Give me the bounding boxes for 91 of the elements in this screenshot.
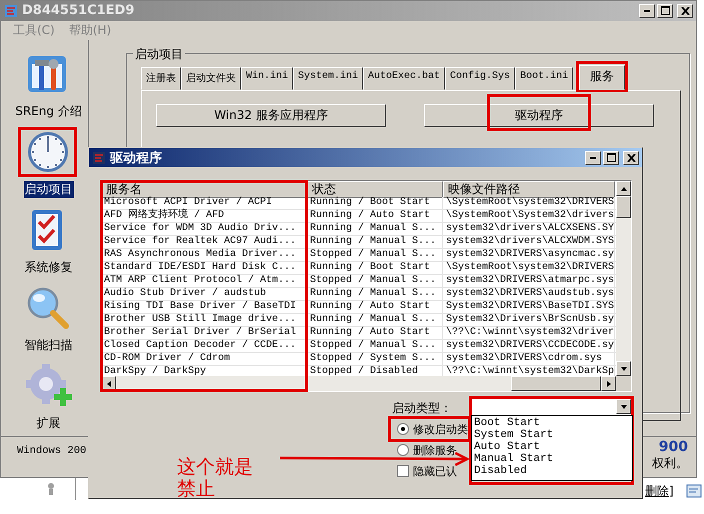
close-icon: [626, 154, 636, 162]
radio-label: 删除服务: [413, 442, 457, 458]
tab[interactable]: System.ini: [293, 67, 364, 90]
window-title: 驱动程序: [110, 150, 163, 166]
table-cell: Running / Manual S...: [307, 236, 443, 248]
figure-icon: [46, 482, 56, 496]
minimize-icon: [644, 10, 650, 12]
table-cell: system32\drivers\ALCXWDM.SYS: [443, 236, 615, 248]
horizontal-scrollbar[interactable]: [101, 376, 616, 391]
startup-type-label: 启动类型：: [392, 400, 453, 417]
maximize-icon: [660, 6, 670, 16]
tab[interactable]: Win.ini: [241, 67, 294, 90]
radio-button[interactable]: [397, 423, 409, 435]
sidebar-item[interactable]: SREng 介绍: [14, 103, 83, 120]
radio-button[interactable]: [397, 444, 409, 456]
vertical-scrollbar[interactable]: [616, 181, 631, 376]
table-cell: Running / Boot Start: [307, 262, 443, 274]
app-icon: [4, 4, 18, 18]
table-cell: Running / Auto Start: [307, 210, 443, 222]
maximize-button[interactable]: [603, 150, 619, 164]
table-cell: \SystemRoot\System32\drivers: [443, 210, 615, 222]
dropdown-button[interactable]: [616, 399, 631, 414]
rights-text: 权利。: [652, 455, 688, 472]
table-cell: Stopped / Manual S...: [307, 249, 443, 261]
tab[interactable]: 注册表: [141, 67, 181, 90]
dropdown-option[interactable]: Auto Start: [474, 441, 630, 453]
edit-icon: [686, 484, 702, 498]
tab[interactable]: 启动文件夹: [181, 67, 241, 90]
table-cell: Stopped / Manual S...: [307, 340, 443, 352]
triangle-icon: [620, 186, 628, 192]
table-cell: \SystemRoot\system32\DRIVERS: [443, 197, 615, 209]
close-icon: [680, 6, 690, 15]
close-button[interactable]: [623, 150, 639, 164]
table-cell: Running / Manual S...: [307, 288, 443, 300]
table-cell: system32\DRIVERS\CCDECODE.sy: [443, 340, 615, 352]
scrollbar-corner: [616, 376, 631, 391]
sidebar-item[interactable]: 系统修复: [24, 259, 74, 276]
highlight-frame: [576, 61, 628, 92]
scroll-down-button[interactable]: [616, 361, 631, 376]
magnifier-icon: [26, 286, 72, 330]
scroll-right-button[interactable]: [601, 376, 616, 391]
dropdown-option[interactable]: System Start: [474, 429, 630, 441]
sidebar-item[interactable]: 启动项目: [24, 181, 74, 198]
checkbox[interactable]: [397, 465, 409, 477]
maximize-icon: [606, 153, 616, 162]
version-text: 900: [658, 439, 688, 456]
scroll-up-button[interactable]: [616, 181, 631, 196]
delete-link[interactable]: 删除]: [645, 483, 674, 500]
sidebar-item[interactable]: 扩展: [36, 415, 62, 432]
app-icon: [92, 150, 106, 164]
table-cell: system32\DRIVERS\audstub.sys: [443, 288, 615, 300]
dropdown-option[interactable]: Boot Start: [474, 417, 630, 429]
tab[interactable]: Boot.ini: [515, 67, 574, 90]
highlight-frame: [18, 127, 76, 178]
table-cell: Running / Manual S...: [307, 223, 443, 235]
push-button[interactable]: 驱动程序: [424, 104, 654, 128]
annotation-text: 这个就是禁止: [177, 456, 254, 500]
triangle-icon: [106, 380, 112, 388]
table-cell: System32\Drivers\BrScnUsb.sy: [443, 314, 615, 326]
minimize-icon: [590, 156, 596, 158]
table-cell: Running / Manual S...: [307, 314, 443, 326]
checkbox-label: 隐藏已认: [413, 464, 457, 478]
table-cell: Running / Auto Start: [307, 327, 443, 339]
sidebar-item[interactable]: 智能扫描: [24, 337, 74, 354]
table-cell: system32\DRIVERS\atmarpc.sys: [443, 275, 615, 287]
tab[interactable]: Config.Sys: [445, 67, 516, 90]
table-cell: System32\DRIVERS\BaseTDI.SYS: [443, 301, 615, 313]
table-cell: system32\DRIVERS\asyncmac.sy: [443, 249, 615, 261]
push-button[interactable]: Win32 服务应用程序: [156, 104, 386, 128]
dropdown-option[interactable]: Manual Start: [474, 453, 630, 465]
scroll-thumb[interactable]: [511, 376, 601, 391]
status-text: Windows 200: [16, 444, 88, 460]
window-title: D844551C1ED9: [22, 3, 136, 18]
tab[interactable]: AutoExec.bat: [363, 67, 446, 90]
table-cell: Stopped / System S...: [307, 353, 443, 365]
column-header[interactable]: 映像文件路径: [443, 181, 615, 198]
table-cell: Running / Auto Start: [307, 301, 443, 313]
scroll-thumb[interactable]: [616, 196, 631, 218]
column-header[interactable]: 状态: [307, 181, 443, 198]
table-cell: Running / Boot Start: [307, 197, 443, 209]
table-cell: \SystemRoot\system32\DRIVERS: [443, 262, 615, 274]
table-cell: system32\drivers\ALCXSENS.SY: [443, 223, 615, 235]
table-cell: \??\C:\winnt\system32\driver: [443, 327, 615, 339]
dropdown-option[interactable]: Disabled: [474, 465, 630, 477]
minimize-button[interactable]: [585, 150, 601, 164]
triangle-icon: [620, 404, 628, 410]
tab[interactable]: 服务: [579, 65, 626, 90]
radio-label: 修改启动类: [413, 422, 468, 436]
gear-plus-icon: [26, 364, 72, 408]
table-cell: Stopped / Manual S...: [307, 275, 443, 287]
table-cell: system32\DRIVERS\cdrom.sys: [443, 353, 615, 365]
